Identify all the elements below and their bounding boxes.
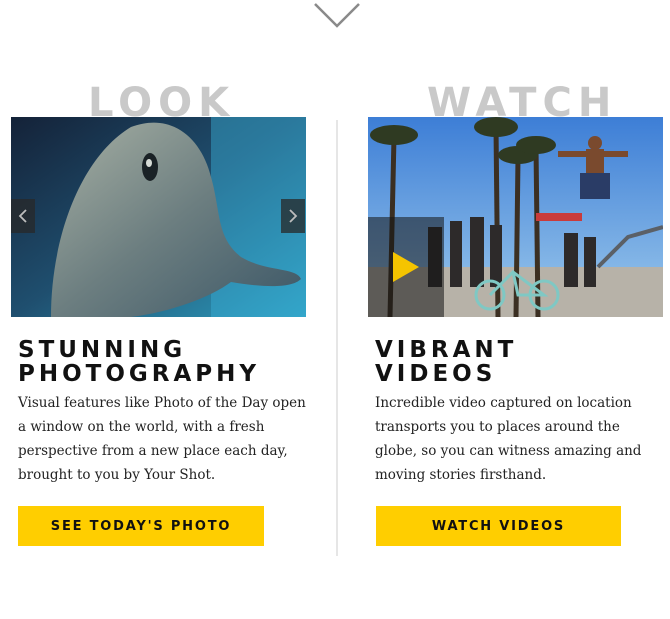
watch-heading-line2: VIDEOS: [375, 361, 497, 387]
look-heading: STUNNING PHOTOGRAPHY: [18, 338, 260, 386]
chevron-right-icon: [289, 209, 298, 223]
chevron-left-icon: [18, 209, 27, 223]
watch-description: Incredible video captured on location tr…: [375, 395, 642, 483]
look-heading-line2: PHOTOGRAPHY: [18, 361, 261, 387]
look-description: Visual features like Photo of the Day op…: [18, 395, 306, 483]
look-heading-line1: STUNNING: [18, 337, 187, 363]
see-todays-photo-button[interactable]: SEE TODAY'S PHOTO: [18, 506, 264, 546]
watch-heading: VIBRANT VIDEOS: [375, 338, 517, 386]
play-video-button[interactable]: [368, 217, 444, 317]
play-icon: [393, 252, 419, 282]
watch-heading-line1: VIBRANT: [375, 337, 518, 363]
column-divider: [336, 120, 338, 556]
gallery-prev-button[interactable]: [11, 199, 35, 233]
gallery-next-button[interactable]: [281, 199, 305, 233]
chevron-down-icon[interactable]: [313, 2, 361, 30]
watch-videos-button[interactable]: WATCH VIDEOS: [376, 506, 621, 546]
dolphin-photo[interactable]: [11, 117, 306, 317]
